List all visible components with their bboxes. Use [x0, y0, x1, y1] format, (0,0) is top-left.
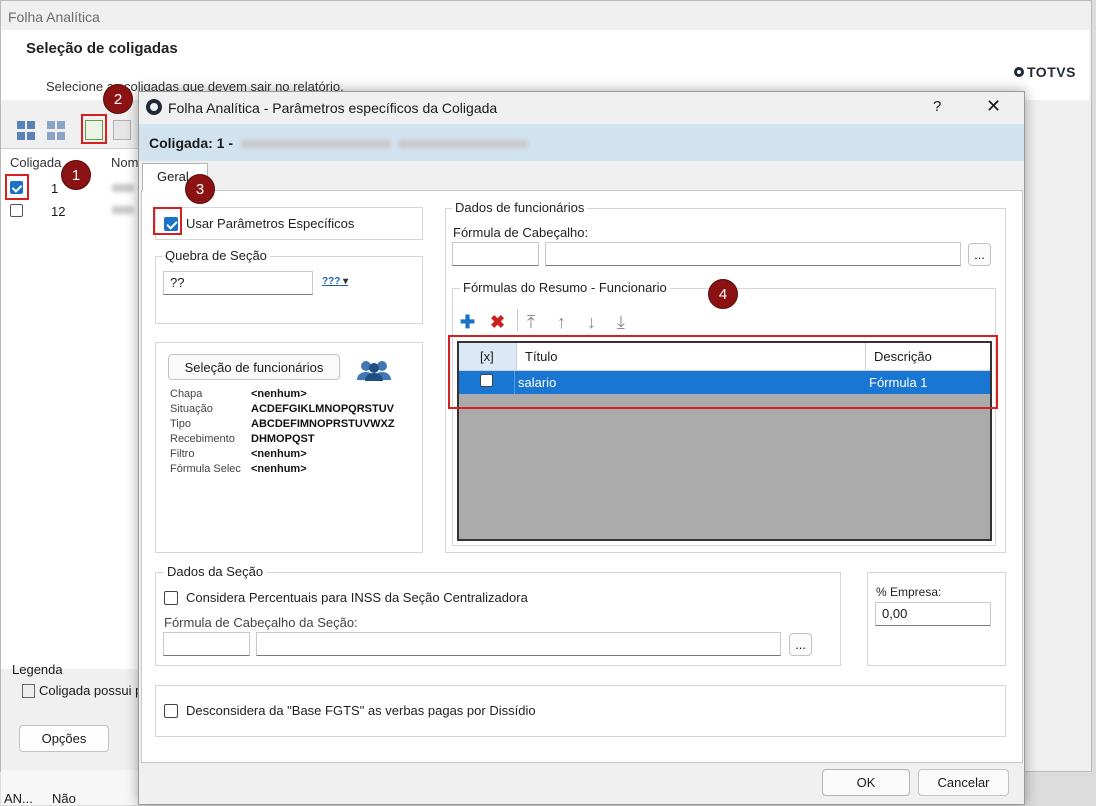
coligadas-list — [1, 148, 138, 669]
info-row-situacao: Situação ACDEFGIKLMNOPQRSTUV — [170, 403, 394, 415]
move-down-icon[interactable]: ↓ — [587, 312, 596, 333]
coligada-label: Coligada: 1 - — [149, 135, 234, 151]
formula-cabecalho-lookup-button[interactable]: ... — [968, 243, 991, 266]
considera-percentuais-label: Considera Percentuais para INSS da Seção… — [186, 590, 528, 605]
info-row-chapa: Chapa <nenhum> — [170, 388, 307, 400]
redacted-name — [112, 184, 134, 192]
bottom-cell: AN... — [4, 791, 33, 806]
desconsidera-label: Desconsidera da "Base FGTS" as verbas pa… — [186, 703, 536, 718]
annotation-badge: 4 — [708, 279, 738, 309]
info-row-recebimento: Recebimento DHMOPQST — [170, 433, 315, 445]
annotation-badge: 2 — [103, 84, 133, 114]
selecao-funcionarios-button[interactable]: Seleção de funcionários — [168, 354, 340, 380]
toolbar-separator — [517, 309, 518, 331]
info-row-formula-selec: Fórmula Selec <nenhum> — [170, 463, 307, 475]
document-icon — [22, 683, 35, 698]
redacted-coligada-name — [398, 140, 528, 148]
row-checkbox[interactable] — [10, 204, 23, 217]
empresa-label: % Empresa: — [876, 585, 942, 599]
help-button[interactable]: ? — [933, 98, 941, 115]
redacted-coligada-name — [241, 140, 391, 148]
info-row-tipo: Tipo ABCDEFIMNOPRSTUVWXZ — [170, 418, 395, 430]
move-bottom-icon[interactable]: ⤓ — [617, 312, 625, 333]
quebra-secao-input[interactable]: ?? — [163, 271, 313, 295]
highlight-box — [448, 335, 998, 409]
add-icon[interactable]: ✚ — [460, 312, 475, 333]
legend-item: Coligada possui p — [22, 683, 142, 698]
column-header-coligada: Coligada — [10, 155, 62, 170]
chevron-down-icon: ▾ — [343, 276, 349, 287]
remove-parameters-icon[interactable] — [113, 120, 131, 140]
usar-parametros-label: Usar Parâmetros Específicos — [186, 216, 355, 231]
ok-button[interactable]: OK — [822, 769, 910, 796]
formula-secao-code-input[interactable] — [163, 632, 250, 656]
info-row-filtro: Filtro <nenhum> — [170, 448, 307, 460]
legend-title: Legenda — [12, 662, 63, 677]
formula-cabecalho-code-input[interactable] — [452, 242, 539, 266]
formula-secao-lookup-button[interactable]: ... — [789, 633, 812, 656]
page-title: Seleção de coligadas — [26, 40, 178, 57]
background-toolbar — [1, 115, 141, 145]
desconsidera-checkbox[interactable] — [164, 704, 178, 718]
formula-cabecalho-desc-input[interactable] — [545, 242, 961, 266]
close-icon[interactable]: ✕ — [986, 96, 1001, 117]
highlight-box — [5, 174, 29, 200]
highlight-box — [153, 207, 182, 235]
formula-secao-desc-input[interactable] — [256, 632, 781, 656]
annotation-badge: 3 — [185, 174, 215, 204]
row-coligada: 1 — [51, 181, 59, 196]
dialog-title: Folha Analítica - Parâmetros específicos… — [168, 100, 498, 116]
formula-cabecalho-label: Fórmula de Cabeçalho: — [453, 225, 589, 240]
row-coligada: 12 — [51, 204, 66, 219]
move-top-icon[interactable]: ⤒ — [527, 312, 535, 333]
totvs-ring-icon — [1014, 67, 1024, 77]
totvs-logo: TOTVS — [1014, 64, 1076, 80]
highlight-box — [81, 114, 107, 144]
select-all-icon[interactable] — [17, 121, 37, 141]
formulas-resumo-label: Fórmulas do Resumo - Funcionario — [460, 280, 670, 295]
considera-percentuais-checkbox[interactable] — [164, 591, 178, 605]
redacted-name — [112, 206, 134, 214]
dados-secao-label: Dados da Seção — [164, 564, 267, 579]
totvs-app-icon — [146, 99, 162, 115]
quebra-secao-dropdown[interactable]: ??? ▾ — [322, 276, 348, 287]
options-button[interactable]: Opções — [19, 725, 109, 752]
cancel-button[interactable]: Cancelar — [918, 769, 1009, 796]
column-header-nome: Nom — [111, 155, 139, 170]
move-up-icon[interactable]: ↑ — [557, 312, 566, 333]
quebra-secao-label: Quebra de Seção — [162, 248, 270, 263]
empresa-input[interactable]: 0,00 — [875, 602, 991, 626]
delete-icon[interactable]: ✖ — [490, 312, 505, 333]
dados-funcionarios-label: Dados de funcionários — [452, 200, 588, 215]
deselect-all-icon[interactable] — [47, 121, 67, 141]
formula-secao-label: Fórmula de Cabeçalho da Seção: — [164, 615, 358, 630]
background-window-title: Folha Analítica — [8, 9, 100, 25]
bottom-cell: Não — [52, 791, 76, 806]
users-icon — [355, 359, 393, 384]
annotation-badge: 1 — [61, 160, 91, 190]
